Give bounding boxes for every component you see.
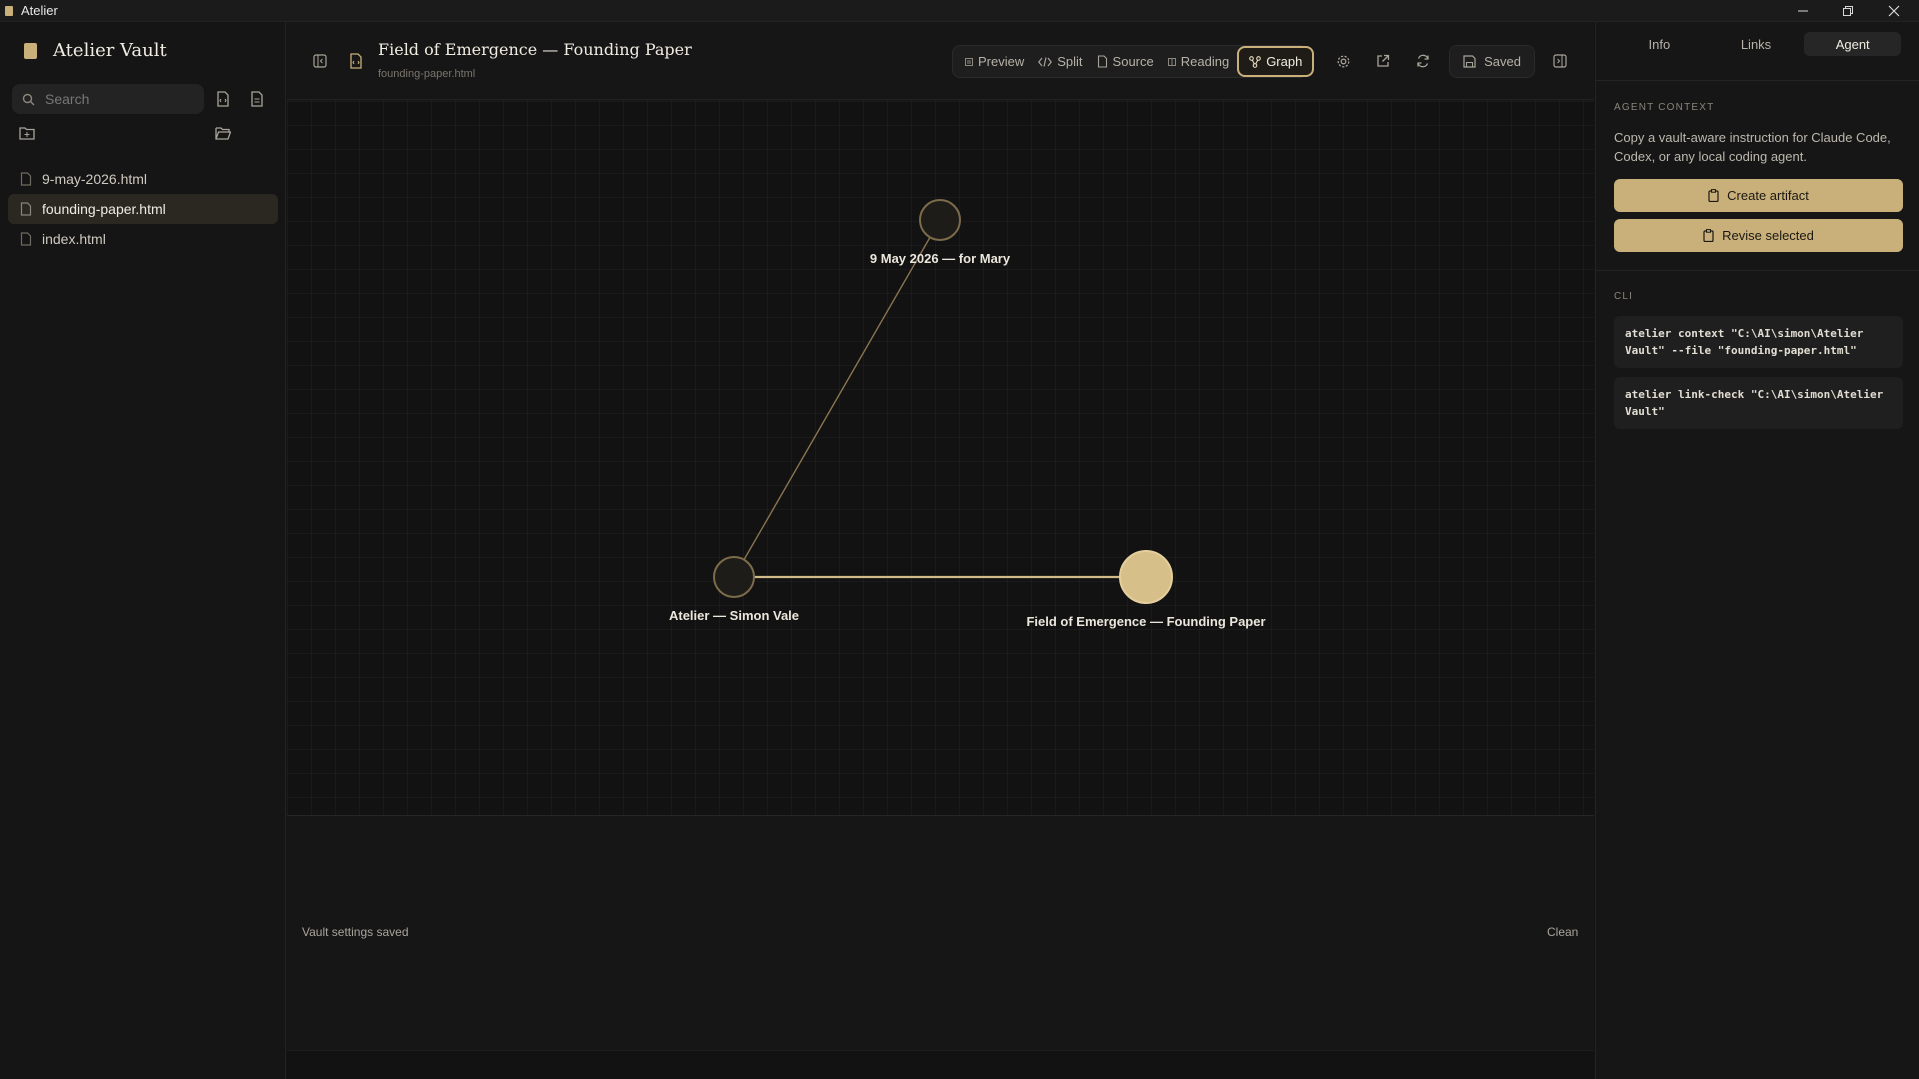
vault-header: Atelier Vault [24, 40, 167, 61]
file-item[interactable]: index.html [8, 224, 278, 254]
restore-icon [1843, 6, 1853, 16]
view-graph-button[interactable]: Graph [1237, 46, 1315, 77]
view-split-button[interactable]: Split [1032, 49, 1088, 75]
graph-edge [733, 219, 941, 578]
create-artifact-button[interactable]: Create artifact [1614, 179, 1903, 212]
close-button[interactable] [1872, 0, 1916, 22]
toggle-sidebar-button[interactable] [307, 48, 333, 74]
folder-open-icon [215, 127, 231, 140]
cli-command-link-check[interactable]: atelier link-check "C:\AI\simon\Atelier … [1614, 377, 1903, 429]
new-note-button[interactable] [244, 86, 270, 112]
minimize-button[interactable] [1781, 0, 1825, 22]
vault-title: Atelier Vault [53, 40, 167, 61]
close-icon [1888, 5, 1900, 17]
search-icon [22, 93, 35, 105]
graph-icon [1249, 55, 1262, 68]
document-icon [251, 91, 263, 107]
search-input[interactable] [45, 91, 195, 107]
view-preview-button[interactable]: Preview [959, 49, 1030, 75]
document-title: Field of Emergence — Founding Paper [378, 40, 692, 59]
file-item[interactable]: founding-paper.html [8, 194, 278, 224]
tab-links[interactable]: Links [1708, 32, 1805, 56]
reading-icon [1167, 57, 1176, 66]
preview-icon [965, 57, 973, 66]
file-list: 9-may-2026.html founding-paper.html inde… [8, 164, 278, 254]
open-external-button[interactable] [1370, 48, 1396, 74]
tab-agent[interactable]: Agent [1804, 32, 1902, 56]
right-panel-tabs: Info Links Agent [1611, 32, 1902, 56]
view-source-button[interactable]: Source [1091, 49, 1160, 75]
agent-context-heading: AGENT CONTEXT [1614, 102, 1715, 113]
graph-node[interactable] [1119, 550, 1173, 604]
tab-info[interactable]: Info [1611, 32, 1708, 56]
cli-command-context[interactable]: atelier context "C:\AI\simon\Atelier Vau… [1614, 316, 1903, 368]
clipboard-icon [1703, 229, 1714, 242]
refresh-icon [1417, 54, 1429, 68]
save-icon [1463, 55, 1476, 68]
folder-plus-icon [19, 127, 35, 140]
new-file-button[interactable] [210, 86, 236, 112]
file-code-icon [20, 232, 32, 246]
file-name: index.html [42, 231, 106, 247]
minimize-icon [1798, 10, 1808, 12]
document-type-indicator [343, 48, 369, 74]
panel-toggle-icon [1553, 54, 1567, 68]
external-link-icon [1377, 54, 1390, 67]
file-code-icon [350, 53, 362, 69]
revise-selected-button[interactable]: Revise selected [1614, 219, 1903, 252]
clipboard-icon [1708, 189, 1719, 202]
footer-bar [287, 1050, 1594, 1079]
graph-view[interactable]: 9 May 2026 — for Mary Atelier — Simon Val… [287, 101, 1594, 816]
graph-node-label: Atelier — Simon Vale [668, 608, 800, 623]
agent-context-description: Copy a vault-aware instruction for Claud… [1614, 130, 1891, 164]
search-box[interactable] [12, 84, 204, 114]
view-reading-button[interactable]: Reading [1162, 49, 1235, 75]
saved-button[interactable]: Saved [1449, 45, 1535, 78]
restore-button[interactable] [1826, 0, 1870, 22]
graph-node[interactable] [919, 199, 961, 241]
vault-logo-icon [24, 42, 37, 59]
sidebar: Atelier Vault 9-may-2026.html founding-p… [0, 22, 286, 1079]
refresh-button[interactable] [1410, 48, 1436, 74]
status-message: Vault settings saved [302, 925, 409, 939]
main-pane: Field of Emergence — Founding Paper foun… [287, 22, 1594, 1079]
toggle-right-panel-button[interactable] [1547, 48, 1573, 74]
right-panel: Info Links Agent AGENT CONTEXT Copy a va… [1595, 22, 1919, 1079]
file-name: founding-paper.html [42, 201, 166, 217]
graph-node-label: Field of Emergence — Founding Paper [1026, 614, 1266, 629]
divider [1596, 80, 1919, 81]
file-name: 9-may-2026.html [42, 171, 148, 187]
file-code-icon [20, 172, 32, 186]
divider [1596, 270, 1919, 271]
document-filename: founding-paper.html [378, 68, 476, 80]
new-folder-button[interactable] [14, 120, 40, 146]
graph-canvas[interactable] [287, 101, 1594, 816]
cli-heading: CLI [1614, 291, 1634, 302]
view-mode-switcher: Preview Split Source Reading Graph [952, 45, 1315, 78]
code-icon [1038, 56, 1053, 67]
window-title: Atelier [21, 3, 58, 18]
open-folder-button[interactable] [210, 120, 236, 146]
file-code-icon [20, 202, 32, 216]
status-state: Clean [1547, 925, 1579, 939]
graph-node-label: 9 May 2026 — for Mary [869, 251, 1011, 266]
sidebar-toggle-icon [313, 54, 327, 68]
graph-node[interactable] [713, 556, 755, 598]
file-item[interactable]: 9-may-2026.html [8, 164, 278, 194]
app-icon [5, 5, 13, 16]
settings-button[interactable] [1330, 48, 1356, 74]
gear-icon [1337, 55, 1349, 67]
file-code-icon [217, 91, 229, 107]
file-code-icon [1097, 55, 1108, 68]
editor-toolbar: Field of Emergence — Founding Paper foun… [287, 22, 1594, 100]
window-titlebar: Atelier [0, 0, 1919, 22]
